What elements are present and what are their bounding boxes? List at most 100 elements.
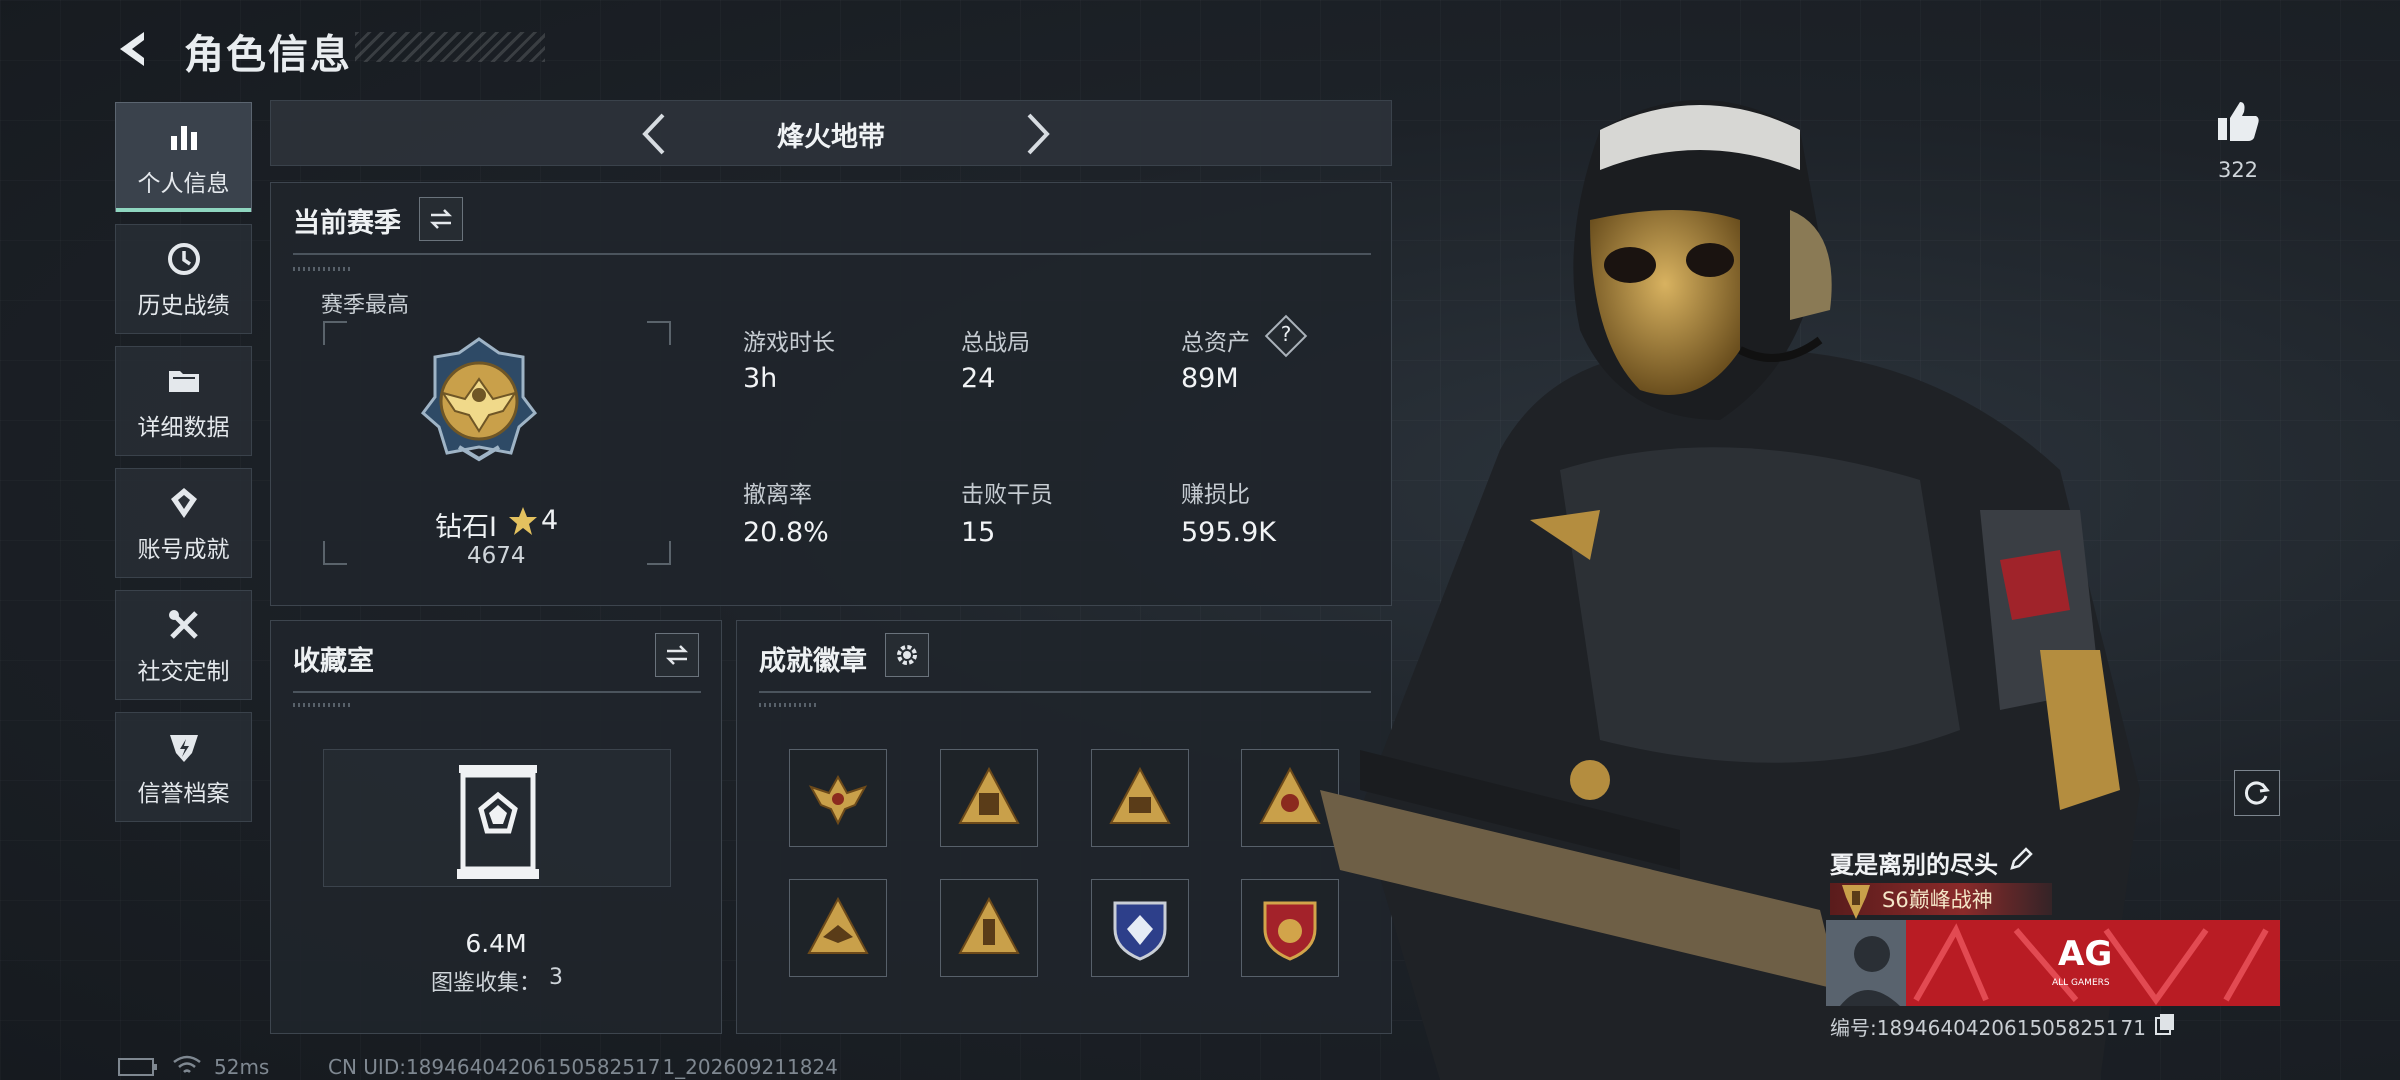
season-title: 当前赛季 [293,208,401,239]
triangle-cargo-icon [958,766,1020,824]
stat-kills-label: 击败干员 [961,482,1053,508]
avatar[interactable] [1826,920,1906,1006]
frame-corner [323,541,347,565]
clock-icon [163,238,205,280]
panel-divider [293,253,1371,255]
rotate-button[interactable] [2234,770,2280,816]
rank-name: 钻石Ⅰ [435,512,497,543]
mode-switcher: 烽火地带 [270,100,1392,166]
player-name: 夏是离别的尽头 [1830,851,1998,879]
badges-title: 成就徽章 [759,646,867,677]
dots-decoration [293,267,353,271]
frame-corner [647,321,671,345]
page-title: 角色信息 [184,32,352,78]
pencil-icon [2010,847,2033,870]
shield-icon [163,726,205,768]
badges-panel: 成就徽章 [736,620,1392,1034]
thumbs-up-icon [2218,102,2259,141]
catalog-label: 图鉴收集： [431,971,542,996]
eagle-emblem-icon [808,774,868,826]
copy-id-button[interactable] [2154,1012,2176,1040]
bar-chart-icon [163,116,205,158]
player-id-label: 编号: [1830,1016,1877,1040]
frame-corner [647,541,671,565]
stat-extract-label: 撤离率 [743,482,812,508]
dots-decoration [293,703,353,707]
nav-item-history[interactable]: 历史战绩 [115,224,252,334]
triangle-s6-icon [1109,766,1171,824]
trophy-icon [1838,883,1874,925]
like-button[interactable] [2214,98,2262,150]
tools-icon [163,604,205,646]
back-arrow-icon [120,32,144,66]
nav-label: 详细数据 [137,415,230,441]
stat-assets-value: 89M [1181,363,1239,394]
nav-item-details[interactable]: 详细数据 [115,346,252,456]
battery-icon [118,1058,158,1080]
badge-slot[interactable] [940,749,1038,847]
collection-value: 6.4M [465,929,527,958]
triangle-bottle-icon [958,896,1020,954]
nav-label: 历史战绩 [137,293,230,319]
mode-next-button[interactable] [1011,109,1061,159]
nav-label: 账号成就 [137,537,230,563]
frame-corner [323,321,347,345]
mode-title: 烽火地带 [777,122,885,153]
gear-icon [897,645,917,665]
season-switch-button[interactable] [419,197,463,241]
stat-playtime-label: 游戏时长 [743,330,835,356]
nav-label: 社交定制 [137,659,230,685]
nav-label: 信誉档案 [137,781,230,807]
badge-slot[interactable] [940,879,1038,977]
stat-matches-value: 24 [961,363,996,394]
nav-label: 个人信息 [137,171,230,197]
collection-switch-button[interactable] [655,633,699,677]
banner-subtitle: ALL GAMERS [2052,978,2110,988]
panel-divider [759,691,1371,693]
nav-item-personal[interactable]: 个人信息 [115,102,252,212]
panel-divider [293,691,701,693]
banner-logo: AG [2058,934,2113,974]
edit-name-button[interactable] [2008,846,2034,876]
swap-icon [429,209,453,229]
medal-icon [163,482,205,524]
folder-icon [163,360,205,402]
badge-slot[interactable] [1091,879,1189,977]
dots-decoration [759,703,819,707]
rank-stars: 4 [541,505,559,536]
player-id: 编号:1894640420615058251 71 [1830,1012,2146,1041]
rank-title-tag: S6巅峰战神 [1830,883,2052,919]
stat-ratio-value: 595.9K [1181,517,1277,548]
back-button[interactable] [110,24,160,74]
collection-panel: 收藏室 6.4M 图鉴收集： 3 [270,620,722,1034]
season-best-label: 赛季最高 [321,293,410,318]
badge-slot[interactable] [789,879,887,977]
refresh-icon [2244,781,2270,805]
blue-diamond-shield-icon [1113,901,1167,961]
player-id-value: 1894640420615058251 71 [1876,1016,2146,1040]
star-icon [507,505,539,541]
badges-settings-button[interactable] [885,633,929,677]
catalog-count: 3 [549,965,563,990]
stat-ratio-label: 赚损比 [1181,482,1250,508]
stat-kills-value: 15 [961,517,996,548]
badge-slot[interactable] [1091,749,1189,847]
nav-item-social[interactable]: 社交定制 [115,590,252,700]
season-panel: 当前赛季 赛季最高 钻石Ⅰ 4 4674 游戏时长 3h 总战局 24 总资产 … [270,182,1392,606]
badge-slot[interactable] [789,749,887,847]
chevron-right-icon [1027,113,1050,155]
wifi-icon [172,1054,202,1080]
rank-title-text: S6巅峰战神 [1882,888,1993,912]
nav-item-credit[interactable]: 信誉档案 [115,712,252,822]
rank-emblem-icon [419,335,539,469]
stat-matches-label: 总战局 [961,330,1030,356]
stat-assets-label: 总资产 [1181,330,1250,356]
vault-icon [453,761,543,887]
copy-icon [2155,1014,2174,1035]
nav-item-achievements[interactable]: 账号成就 [115,468,252,578]
rank-points: 4674 [467,543,526,569]
like-count: 322 [2217,158,2259,182]
swap-icon [665,645,689,665]
ping-text: 52ms [214,1055,270,1079]
uid-text: CN UID:18946404206150582517 1_2026092118… [328,1055,838,1079]
